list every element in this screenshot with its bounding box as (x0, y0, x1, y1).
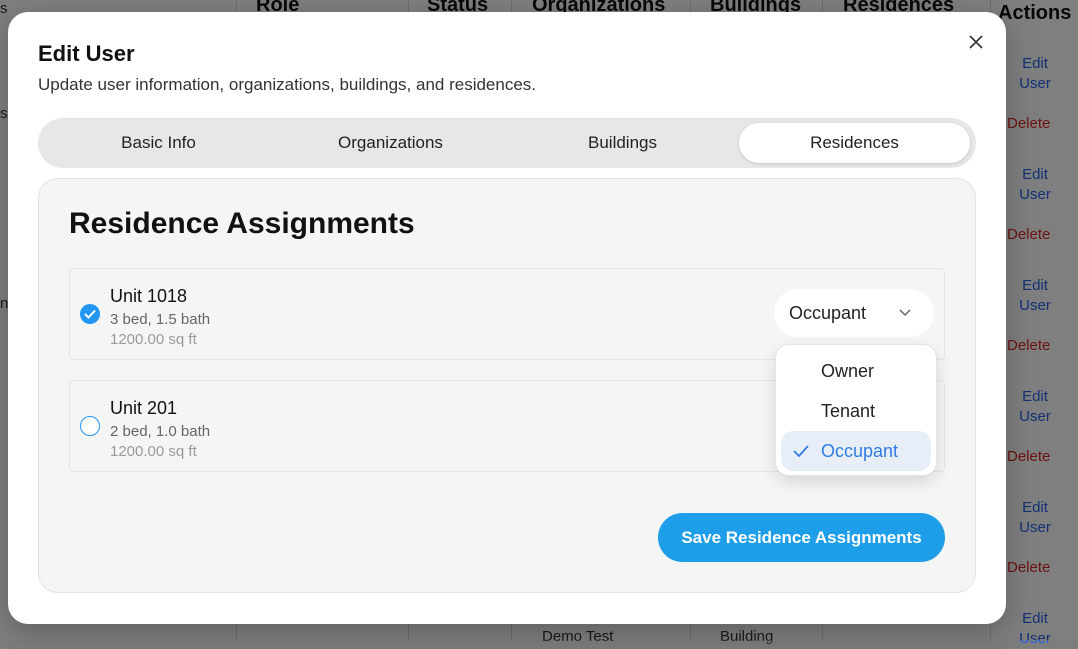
residences-panel: Residence Assignments Unit 1018 3 bed, 1… (38, 178, 976, 593)
tab-buildings[interactable]: Buildings (507, 123, 738, 163)
role-select[interactable]: Occupant (774, 289, 934, 337)
role-option-occupant[interactable]: Occupant (781, 431, 931, 471)
role-option-tenant[interactable]: Tenant (781, 391, 931, 431)
tab-list: Basic Info Organizations Buildings Resid… (38, 118, 976, 168)
unit-beds: 2 bed, 1.0 bath (110, 423, 211, 440)
role-option-label: Occupant (821, 441, 899, 461)
tab-residences[interactable]: Residences (739, 123, 970, 163)
edit-user-dialog: Edit User Update user information, organ… (8, 12, 1006, 624)
role-dropdown-menu: Owner Tenant Occupant (775, 344, 937, 476)
panel-title: Residence Assignments (69, 207, 415, 240)
check-icon (793, 445, 809, 458)
role-option-label: Tenant (821, 401, 876, 421)
residence-checkbox[interactable] (80, 304, 100, 324)
role-option-label: Owner (821, 361, 875, 381)
tab-basic-info[interactable]: Basic Info (43, 123, 274, 163)
save-residence-assignments-button[interactable]: Save Residence Assignments (658, 513, 945, 562)
unit-name: Unit 201 (110, 398, 178, 418)
close-button[interactable] (966, 32, 986, 52)
unit-name: Unit 1018 (110, 286, 188, 306)
chevron-down-icon (899, 309, 911, 317)
residence-checkbox[interactable] (80, 416, 100, 436)
unit-area: 1200.00 sq ft (110, 331, 197, 348)
role-select-value: Occupant (789, 303, 867, 323)
unit-area: 1200.00 sq ft (110, 443, 197, 460)
dialog-title: Edit User (38, 41, 135, 66)
check-icon (84, 309, 96, 319)
close-icon (969, 35, 983, 49)
tab-organizations[interactable]: Organizations (275, 123, 506, 163)
dialog-description: Update user information, organizations, … (38, 75, 537, 94)
unit-beds: 3 bed, 1.5 bath (110, 311, 211, 328)
role-option-owner[interactable]: Owner (781, 351, 931, 391)
